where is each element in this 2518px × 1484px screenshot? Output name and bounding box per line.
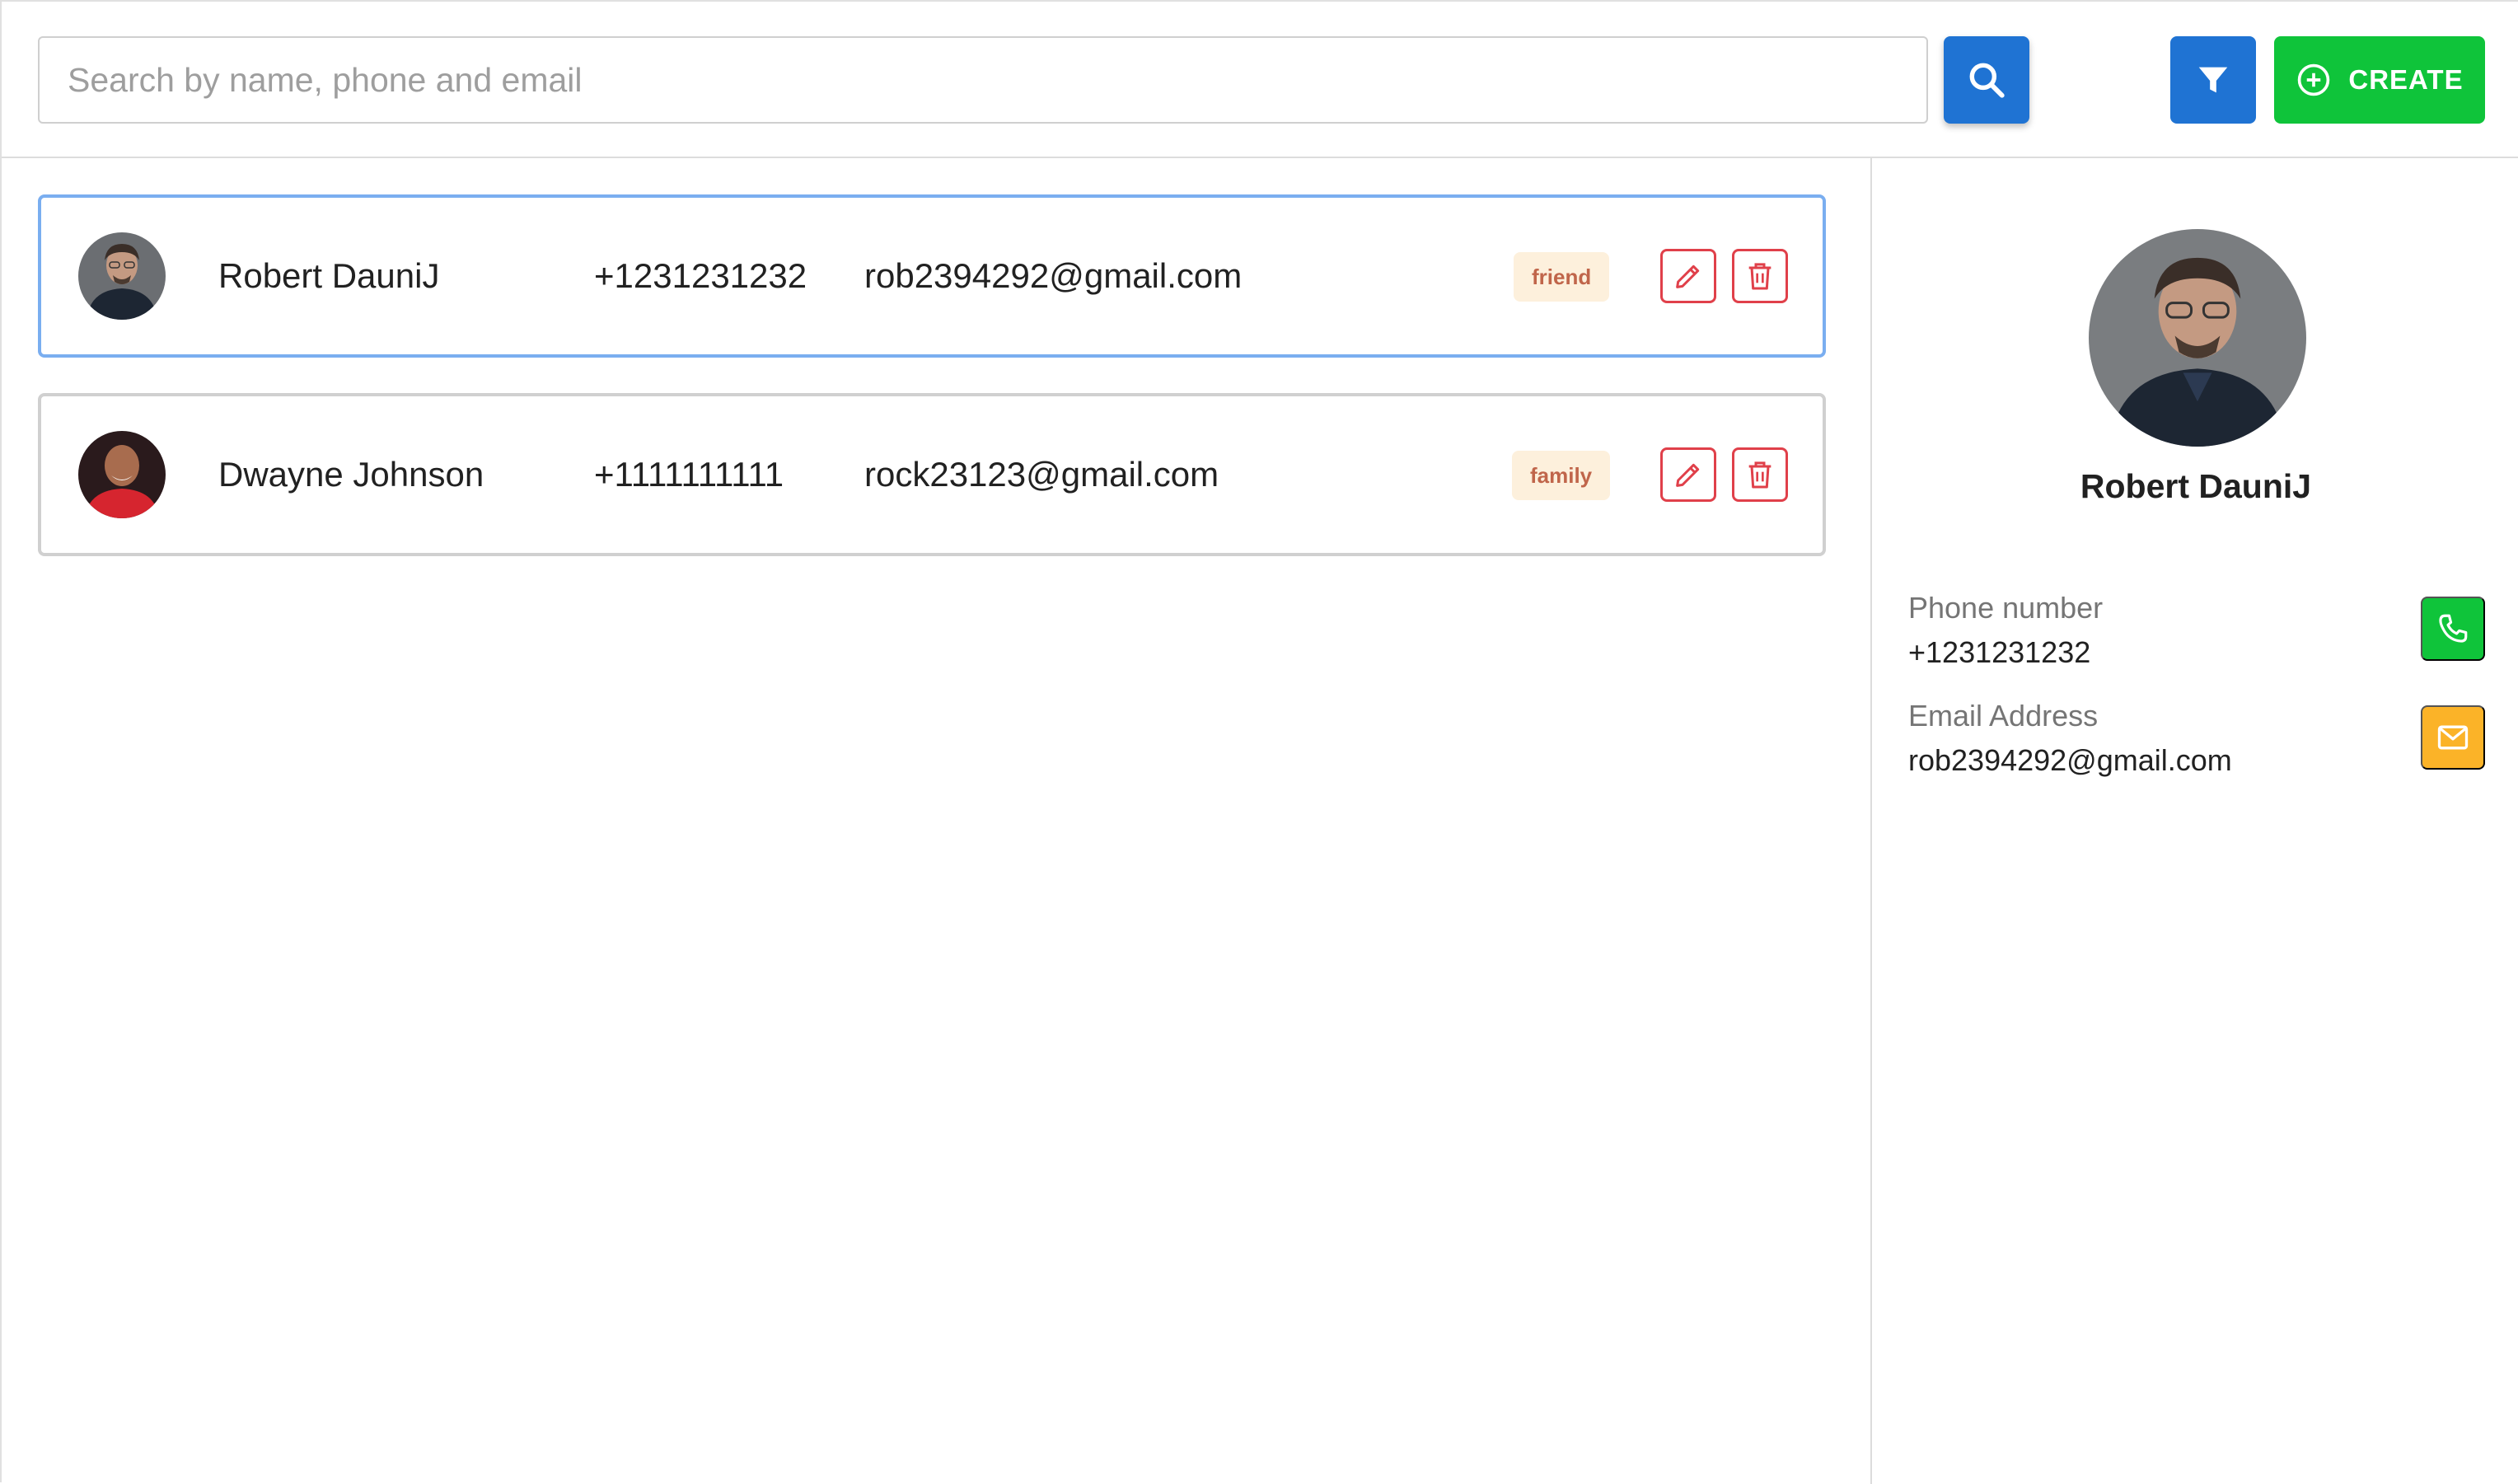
create-button-label: CREATE <box>2348 64 2464 95</box>
contact-email: rob2394292@gmail.com <box>864 256 1243 295</box>
contact-detail-panel: Robert DauniJ Phone number +1231231232 E… <box>1870 158 2518 1484</box>
filter-icon <box>2198 67 2228 93</box>
edit-button[interactable] <box>1660 447 1716 502</box>
contact-card[interactable]: Robert DauniJ +1231231232 rob2394292@gma… <box>38 194 1826 358</box>
pencil-icon <box>1676 463 1700 487</box>
contact-phone: +1111111111 <box>594 455 784 494</box>
email-button[interactable] <box>2421 705 2485 770</box>
trash-icon <box>1748 263 1771 290</box>
delete-button[interactable] <box>1732 249 1788 303</box>
contact-list: Robert DauniJ +1231231232 rob2394292@gma… <box>2 158 1870 1484</box>
plus-circle-icon <box>2298 63 2330 96</box>
trash-icon <box>1748 461 1771 489</box>
contact-tag-badge: friend <box>1514 252 1610 302</box>
contact-name: Dwayne Johnson <box>218 455 484 494</box>
mail-icon <box>2437 725 2469 750</box>
avatar <box>78 431 166 518</box>
phone-label: Phone number <box>1908 591 2104 625</box>
create-button[interactable]: CREATE <box>2274 36 2485 124</box>
search-input[interactable] <box>38 36 1928 124</box>
email-value: rob2394292@gmail.com <box>1908 743 2232 777</box>
detail-name: Robert DauniJ <box>2080 467 2312 505</box>
contact-name: Robert DauniJ <box>218 256 440 295</box>
pencil-icon <box>1676 264 1700 288</box>
phone-icon <box>2439 614 2468 643</box>
email-label: Email Address <box>1908 699 2099 733</box>
search-button[interactable] <box>1944 36 2029 124</box>
detail-avatar <box>2089 229 2306 447</box>
search-icon <box>1969 63 2005 98</box>
contact-phone: +1231231232 <box>594 256 807 295</box>
phone-value: +1231231232 <box>1908 635 2091 669</box>
contact-card[interactable]: Dwayne Johnson +1111111111 rock23123@gma… <box>38 393 1826 556</box>
edit-button[interactable] <box>1660 249 1716 303</box>
contact-email: rock23123@gmail.com <box>864 455 1219 494</box>
contact-tag-badge: family <box>1512 451 1611 500</box>
delete-button[interactable] <box>1732 447 1788 502</box>
filter-button[interactable] <box>2170 36 2256 124</box>
call-button[interactable] <box>2421 597 2485 661</box>
contacts-app: CREATE Robert DauniJ +1231231232 rob2394… <box>0 0 2518 1484</box>
top-toolbar: CREATE <box>2 2 2518 158</box>
avatar <box>78 232 166 320</box>
